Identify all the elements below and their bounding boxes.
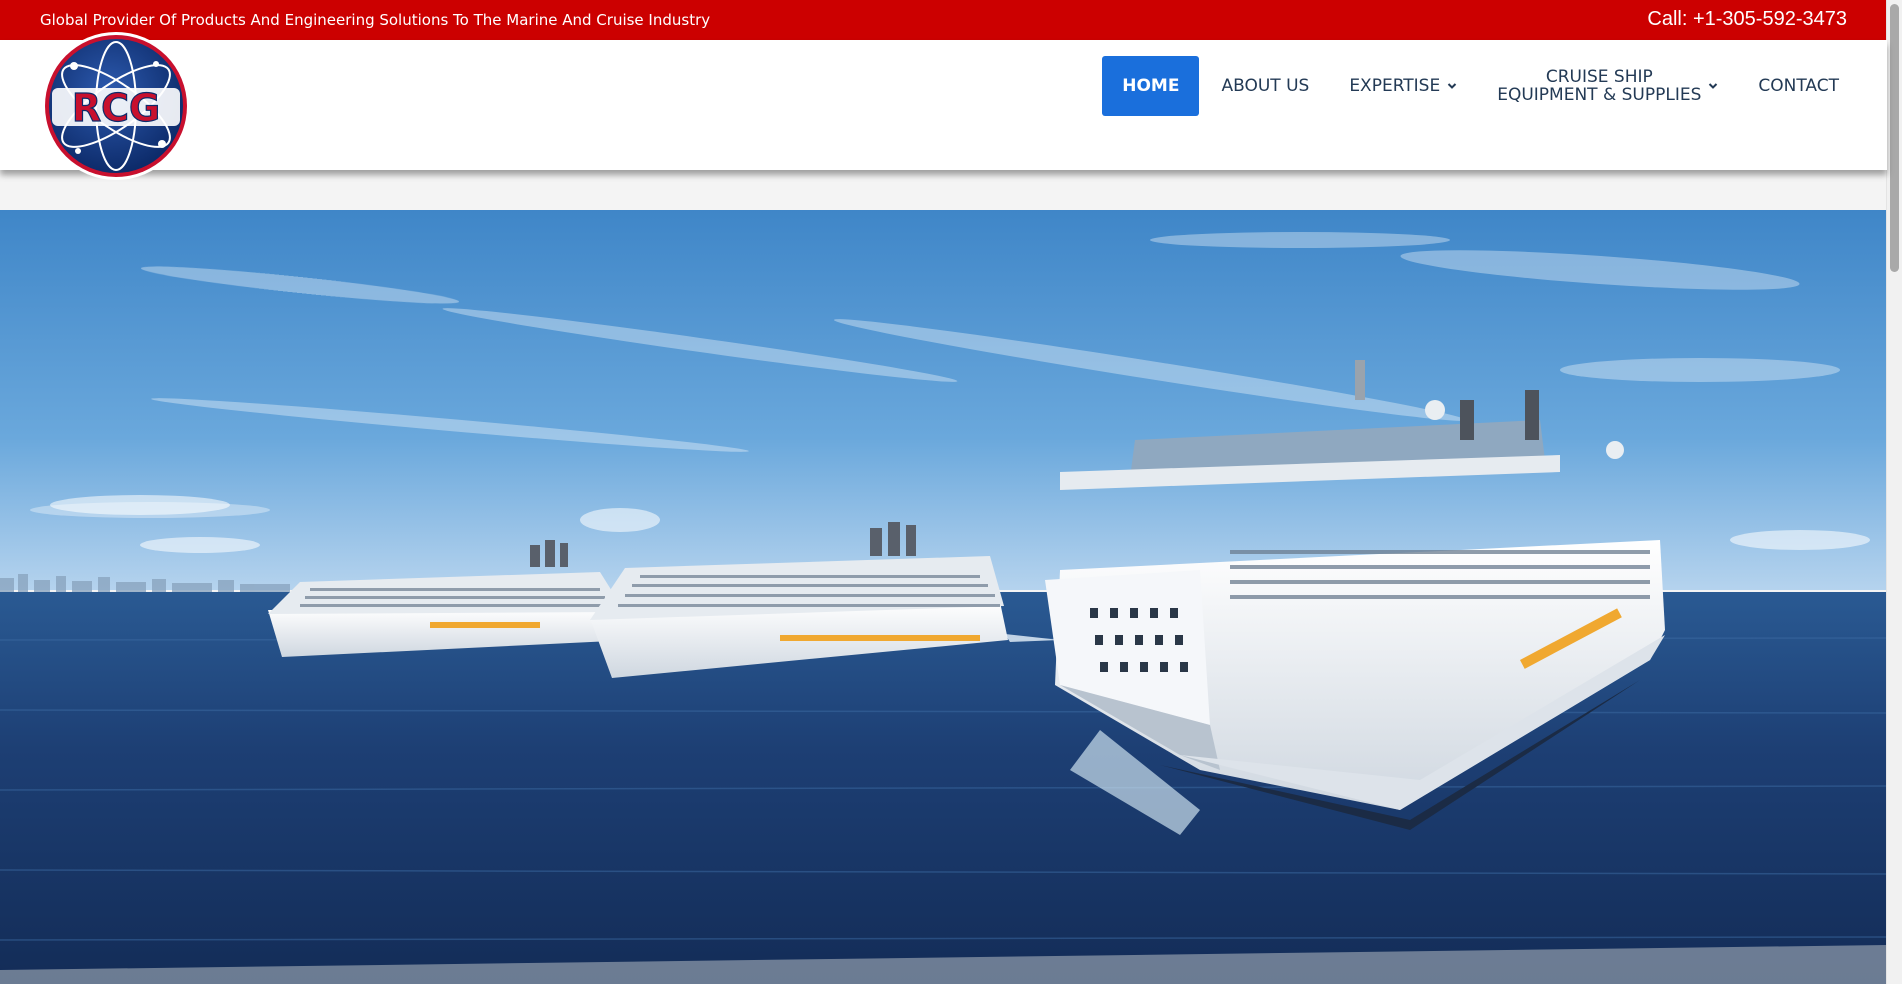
nav-contact[interactable]: CONTACT xyxy=(1738,56,1887,116)
header-spacer xyxy=(0,170,1887,210)
nav-expertise[interactable]: EXPERTISE xyxy=(1329,56,1477,116)
nav-cruise-ship-label: CRUISE SHIP EQUIPMENT & SUPPLIES xyxy=(1497,68,1701,104)
nav-expertise-label: EXPERTISE xyxy=(1349,76,1441,96)
cruise-ships-image xyxy=(0,210,1887,984)
top-info-bar: Global Provider Of Products And Engineer… xyxy=(0,0,1887,40)
chevron-down-icon xyxy=(1447,83,1457,89)
nav-cruise-ship-line2: EQUIPMENT & SUPPLIES xyxy=(1497,85,1702,105)
scrollbar-thumb[interactable] xyxy=(1890,4,1899,272)
site-header: RCG HOME ABOUT US EXPERTISE CRUISE SHIP … xyxy=(0,32,1887,180)
logo[interactable]: RCG xyxy=(38,26,194,182)
nav-about-us[interactable]: ABOUT US xyxy=(1201,56,1329,116)
main-nav: HOME ABOUT US EXPERTISE CRUISE SHIP EQUI… xyxy=(1102,55,1887,117)
chevron-down-icon xyxy=(1709,83,1718,89)
nav-contact-label: CONTACT xyxy=(1758,76,1839,96)
phone-link[interactable]: Call: +1-305-592-3473 xyxy=(1647,8,1847,31)
page-scrollbar[interactable] xyxy=(1886,0,1902,984)
svg-text:RCG: RCG xyxy=(72,86,160,130)
nav-cruise-ship-equipment[interactable]: CRUISE SHIP EQUIPMENT & SUPPLIES xyxy=(1477,56,1738,116)
rcg-logo-icon: RCG xyxy=(42,32,190,180)
nav-home-label: HOME xyxy=(1122,76,1180,96)
nav-home[interactable]: HOME xyxy=(1102,56,1200,116)
nav-about-us-label: ABOUT US xyxy=(1221,76,1310,96)
nav-cruise-ship-line1: CRUISE SHIP xyxy=(1545,67,1653,87)
hero-banner xyxy=(0,210,1887,984)
